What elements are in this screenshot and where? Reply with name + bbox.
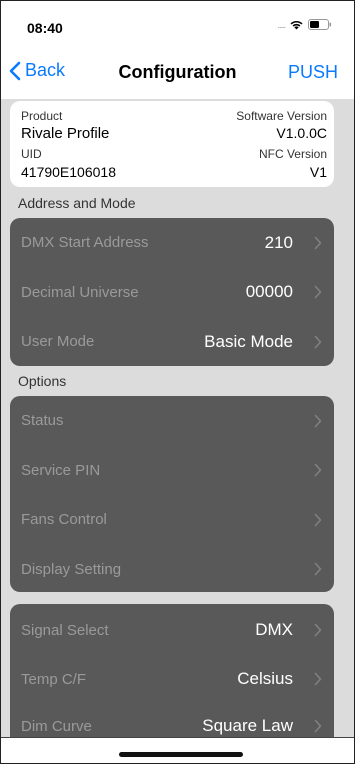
product-label: Product [21,109,63,123]
chevron-right-icon [314,623,322,637]
row-label: Fans Control [21,511,107,529]
row-label: Signal Select [21,621,109,639]
info-values-row-2: 41790E106018 V1 [21,164,327,180]
back-button[interactable]: Back [9,60,65,81]
status-row[interactable]: Status [10,396,334,446]
row-label: DMX Start Address [21,234,149,252]
signal-select-row[interactable]: Signal Select DMX [10,604,334,656]
status-time: 08:40 [27,20,63,36]
chevron-right-icon [314,414,322,428]
chevron-right-icon [314,335,322,349]
chevron-right-icon [314,513,322,527]
row-value: DMX [255,620,293,639]
nfc-version-value: V1 [309,164,327,180]
chevron-left-icon [9,61,21,80]
settings-group: Signal Select DMX Temp C/F Celsius Dim C… [10,604,334,737]
decimal-universe-row[interactable]: Decimal Universe 00000 [10,268,334,318]
info-values-row-1: Rivale Profile V1.0.0C [21,125,327,142]
options-group: Status Service PIN Fans Control Display … [10,396,334,592]
home-indicator[interactable] [119,752,243,757]
row-label: User Mode [21,333,95,351]
home-indicator-area [1,737,354,763]
chevron-right-icon [314,562,322,576]
wifi-icon [289,19,304,30]
software-version-label: Software Version [236,109,327,123]
user-mode-row[interactable]: User Mode Basic Mode [10,317,334,366]
row-label: Dim Curve [21,717,92,735]
push-button[interactable]: PUSH [288,62,338,83]
address-mode-header: Address and Mode [18,195,136,211]
info-labels-row-1: Product Software Version [21,109,327,123]
device-info-card: Product Software Version Rivale Profile … [10,101,334,187]
row-value: Basic Mode [204,331,293,351]
product-value: Rivale Profile [21,125,110,142]
row-label: Service PIN [21,461,101,479]
chevron-right-icon [314,719,322,733]
dim-curve-row[interactable]: Dim Curve Square Law [10,702,334,737]
status-bar: 08:40 ..... [1,1,354,43]
info-labels-row-2: UID NFC Version [21,147,327,161]
temp-cf-row[interactable]: Temp C/F Celsius [10,656,334,702]
chevron-right-icon [314,285,322,299]
uid-value: 41790E106018 [21,164,116,180]
service-pin-row[interactable]: Service PIN [10,446,334,496]
row-value: 00000 [245,282,293,302]
dmx-start-address-row[interactable]: DMX Start Address 210 [10,218,334,268]
row-label: Temp C/F [21,670,87,688]
device-frame: 08:40 ..... Back Configuration PUSH Prod… [0,0,355,764]
options-header: Options [18,373,67,389]
fans-control-row[interactable]: Fans Control [10,495,334,545]
row-value: Celsius [237,669,293,688]
navigation-bar: Back Configuration PUSH [1,43,354,99]
signal-dots: ..... [277,19,285,30]
display-setting-row[interactable]: Display Setting [10,545,334,593]
back-button-label: Back [25,60,66,80]
row-label: Status [21,412,64,430]
battery-icon [308,19,332,30]
nfc-version-label: NFC Version [258,147,327,161]
software-version-value: V1.0.0C [276,125,327,141]
row-value: 210 [264,232,293,252]
uid-label: UID [21,147,42,161]
address-mode-group: DMX Start Address 210 Decimal Universe 0… [10,218,334,366]
chevron-right-icon [314,672,322,686]
chevron-right-icon [314,463,322,477]
configuration-content[interactable]: Product Software Version Rivale Profile … [1,99,354,737]
row-value: Square Law [202,716,293,735]
chevron-right-icon [314,236,322,250]
status-icons: ..... [277,19,332,30]
row-label: Decimal Universe [21,283,139,301]
row-label: Display Setting [21,560,122,578]
